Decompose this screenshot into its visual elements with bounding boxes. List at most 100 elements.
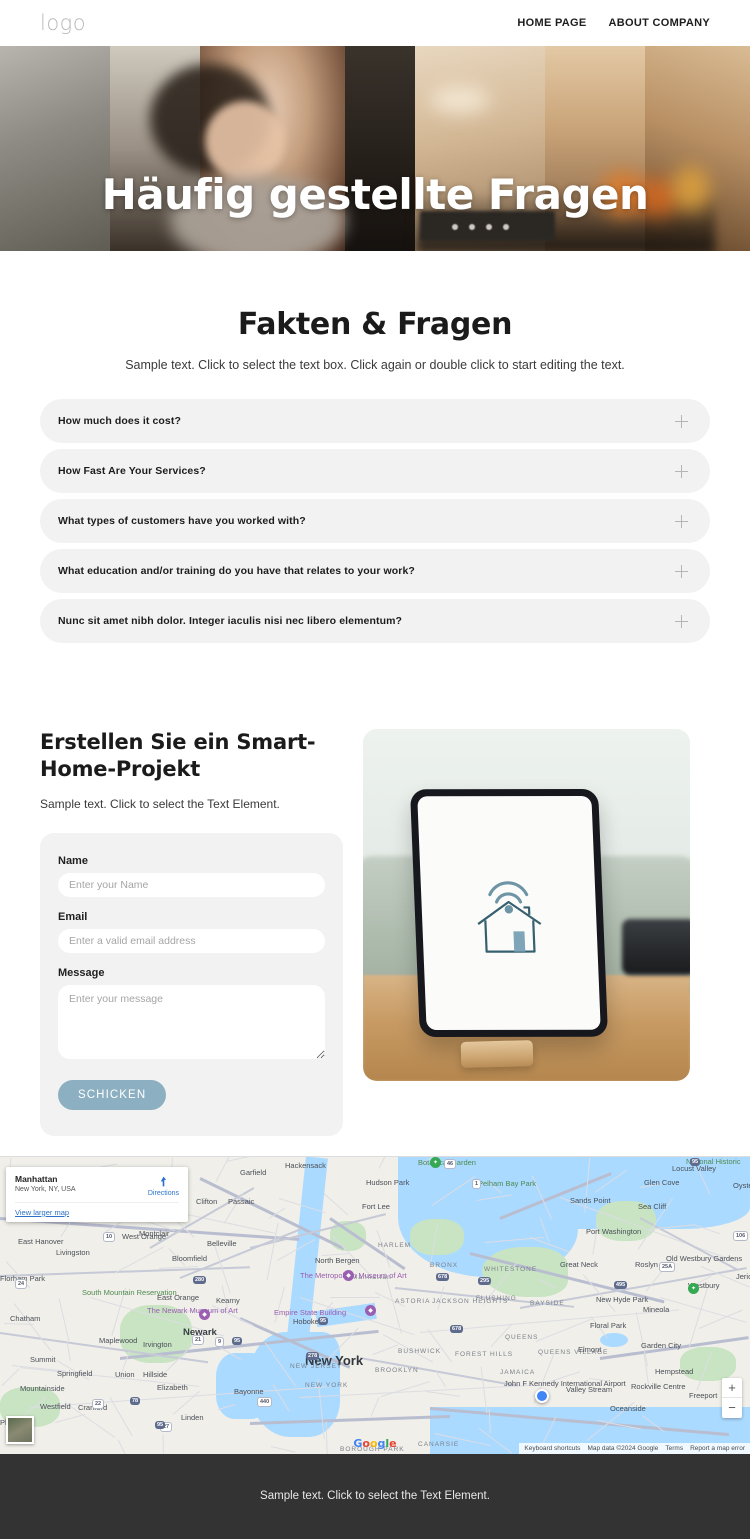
directions-button[interactable]: Directions — [148, 1175, 179, 1197]
faq-item[interactable]: Nunc sit amet nibh dolor. Integer iaculi… — [40, 599, 710, 643]
map-label: Pelham Bay Park — [478, 1178, 536, 1188]
faq-question: What types of customers have you worked … — [58, 515, 306, 527]
map-label: Freeport — [689, 1390, 718, 1400]
map-label: Springfield — [57, 1368, 93, 1378]
highway-shield: 95 — [155, 1420, 166, 1429]
site-logo[interactable]: logo — [40, 11, 86, 35]
map-label: Oyster — [733, 1180, 750, 1190]
highway-shield: 46 — [444, 1158, 457, 1169]
map-label: Clifton — [196, 1196, 218, 1206]
map-label: JAMAICA — [500, 1368, 536, 1376]
map-label: Irvington — [143, 1339, 172, 1349]
map-label: Elmont — [578, 1344, 602, 1354]
faq-item[interactable]: What types of customers have you worked … — [40, 499, 710, 543]
map-label: New Hyde Park — [596, 1294, 649, 1304]
map-label: BAYSIDE — [530, 1299, 565, 1307]
map-label: Mountainside — [20, 1383, 65, 1393]
zoom-in-button[interactable]: + — [722, 1378, 742, 1398]
faq-item[interactable]: How Fast Are Your Services? — [40, 449, 710, 493]
contact-section: Erstellen Sie ein Smart-Home-Projekt Sam… — [0, 679, 750, 1156]
map-label: Garfield — [240, 1167, 267, 1177]
map-label: West Orange — [122, 1231, 167, 1241]
highway-shield: 78 — [130, 1396, 141, 1405]
faq-item[interactable]: How much does it cost? — [40, 399, 710, 443]
plus-icon[interactable] — [675, 514, 688, 528]
highway-shield: 440 — [257, 1396, 273, 1407]
faq-question: Nunc sit amet nibh dolor. Integer iaculi… — [58, 615, 403, 627]
name-input[interactable] — [58, 872, 325, 897]
museum-poi-icon[interactable]: ◆ — [343, 1269, 354, 1281]
map-label: Old Westbury Gardens — [666, 1253, 743, 1263]
map-label: CANARSIE — [418, 1440, 460, 1448]
map-attribution: Keyboard shortcuts Map data ©2024 Google… — [519, 1442, 750, 1454]
plus-icon[interactable] — [675, 464, 688, 478]
smart-home-wifi-icon — [477, 881, 542, 953]
map-label: JACKSON HEIGHTS — [432, 1297, 509, 1305]
email-field-label: Email — [58, 910, 88, 923]
message-textarea[interactable] — [58, 984, 325, 1059]
terms-link[interactable]: Terms — [665, 1445, 683, 1452]
highway-shield: 295 — [478, 1276, 492, 1285]
map-label: Kearny — [216, 1295, 240, 1305]
highway-shield: 95 — [232, 1336, 243, 1345]
map-label: BRONX — [430, 1261, 459, 1269]
map-label: Sea Cliff — [638, 1201, 667, 1211]
street-view-thumbnail[interactable] — [6, 1415, 34, 1444]
map-label: Belleville — [207, 1238, 237, 1248]
contact-subtitle: Sample text. Click to select the Text El… — [40, 796, 280, 811]
contact-title: Erstellen Sie ein Smart-Home-Projekt — [40, 730, 316, 781]
garden-poi-icon[interactable]: ✦ — [430, 1156, 441, 1168]
map-marker[interactable] — [535, 1388, 549, 1403]
map-label: Bayonne — [234, 1386, 264, 1396]
footer-text: Sample text. Click to select the Text El… — [260, 1490, 490, 1503]
map-label: John F Kennedy International Airport — [504, 1378, 626, 1388]
map-label: Fort Lee — [362, 1201, 390, 1211]
name-field-label: Name — [58, 854, 88, 867]
plus-icon[interactable] — [675, 564, 688, 578]
smart-home-tablet-photo — [363, 729, 690, 1081]
park-poi-icon[interactable]: ✦ — [688, 1282, 699, 1294]
map-label: FOREST HILLS — [455, 1350, 514, 1358]
map-label: Summit — [30, 1354, 56, 1364]
nav-link-home-page[interactable]: HOME PAGE — [517, 17, 586, 29]
email-input[interactable] — [58, 928, 325, 953]
nav-link-about-company[interactable]: ABOUT COMPANY — [609, 17, 710, 29]
submit-button[interactable]: SCHICKEN — [58, 1079, 167, 1110]
map-label: Oceanside — [610, 1403, 646, 1413]
newark-museum-poi-icon[interactable]: ◆ — [199, 1308, 210, 1320]
view-larger-map-link[interactable]: View larger map — [15, 1201, 179, 1217]
highway-shield: 678 — [450, 1324, 464, 1333]
faq-item[interactable]: What education and/or training do you ha… — [40, 549, 710, 593]
map-label: Empire State Building — [274, 1307, 347, 1317]
site-footer: Sample text. Click to select the Text El… — [0, 1453, 750, 1539]
map-label: Westfield — [40, 1401, 71, 1411]
highway-shield: 24 — [15, 1278, 28, 1289]
map-label: North Bergen — [315, 1255, 360, 1265]
landmark-poi-icon[interactable]: ◆ — [365, 1304, 376, 1316]
map-label: HARLEM — [378, 1241, 412, 1249]
map-label: Rockville Centre — [631, 1381, 686, 1391]
faq-section-title: Fakten & Fragen — [237, 307, 513, 342]
map-label: NEW JERSEY — [290, 1362, 343, 1370]
plus-icon[interactable] — [675, 614, 688, 628]
map-label: Chatham — [10, 1313, 41, 1323]
map-label: Elizabeth — [157, 1382, 188, 1392]
google-map[interactable]: New York Newark Manhattan BROOKLYN QUEENS BRO… — [0, 1155, 750, 1454]
hero-banner: Häufig gestellte Fragen — [0, 46, 750, 251]
map-label: Port Washington — [586, 1226, 642, 1236]
highway-shield: 9 — [215, 1336, 225, 1347]
map-label: Hudson Park — [366, 1177, 410, 1187]
keyboard-shortcuts-link[interactable]: Keyboard shortcuts — [524, 1445, 580, 1452]
map-label: South Mountain Reservation — [82, 1287, 177, 1297]
map-label: The Newark Museum of Art — [147, 1305, 238, 1315]
map-label: Maplewood — [99, 1335, 138, 1345]
google-logo: Google — [353, 1436, 397, 1450]
highway-shield: 495 — [614, 1280, 628, 1289]
zoom-out-button[interactable]: − — [722, 1398, 742, 1418]
map-label: BROOKLYN — [375, 1366, 419, 1374]
highway-shield: 106 — [733, 1230, 749, 1241]
report-map-error-link[interactable]: Report a map error — [690, 1445, 745, 1452]
plus-icon[interactable] — [675, 414, 688, 428]
faq-question: How Fast Are Your Services? — [58, 465, 206, 477]
map-label: Jerich — [736, 1271, 750, 1281]
